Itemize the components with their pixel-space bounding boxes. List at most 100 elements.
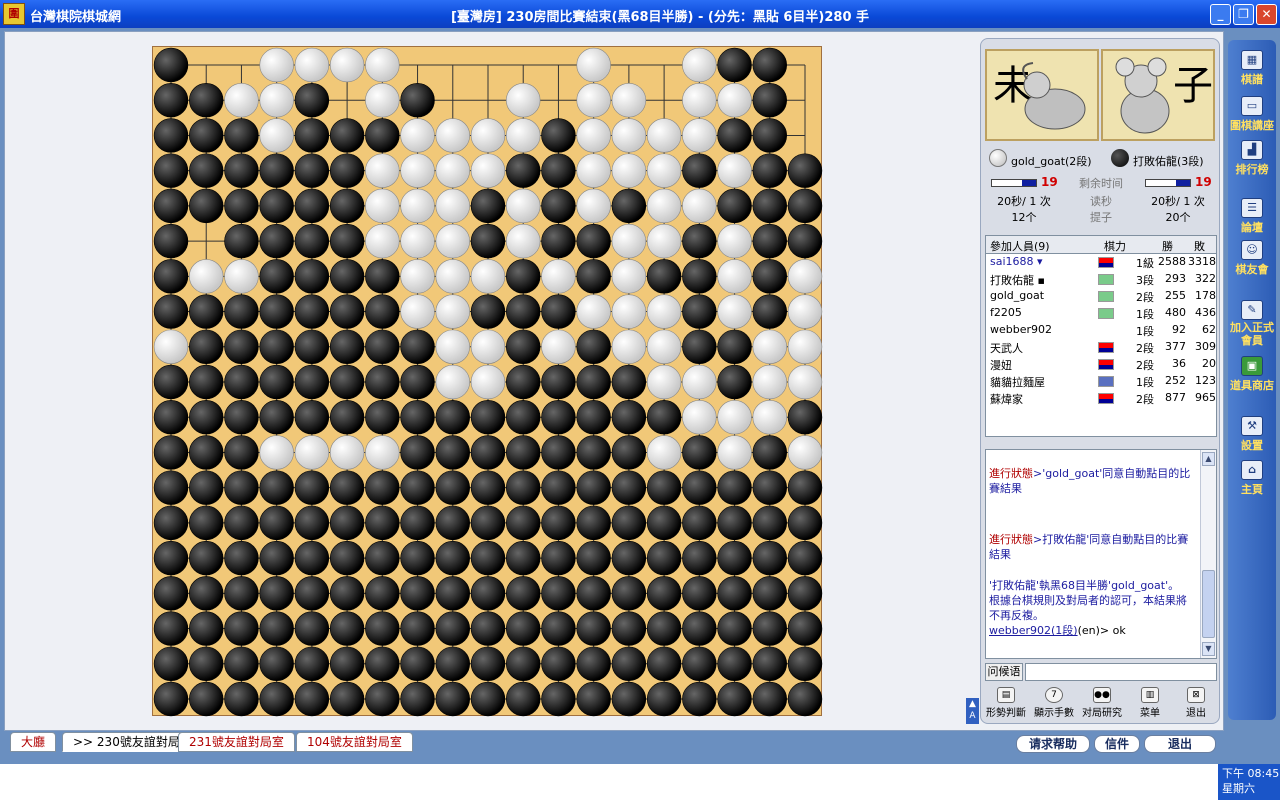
judge-button[interactable]: ▤ 形勢判斷 bbox=[983, 685, 1029, 721]
member-row[interactable]: 打敗佑龍 ▪ 3段 293 322 bbox=[986, 271, 1216, 288]
black-stone bbox=[294, 364, 330, 400]
black-stone bbox=[189, 611, 224, 646]
black-stone bbox=[470, 540, 506, 576]
stones-icon: ●● bbox=[1093, 687, 1111, 703]
black-stone bbox=[506, 435, 541, 470]
sidebar-item-forum[interactable]: ☰ 論壇 bbox=[1228, 198, 1276, 235]
white-stone bbox=[329, 435, 365, 470]
move-number-button[interactable]: 7 顯示手數 bbox=[1031, 685, 1077, 721]
member-name: f2205 bbox=[990, 306, 1022, 319]
black-stone bbox=[682, 259, 717, 294]
maximize-button[interactable]: ❐ bbox=[1233, 4, 1254, 25]
scroll-thumb[interactable] bbox=[1202, 570, 1215, 638]
losses-header[interactable]: 敗 bbox=[1194, 238, 1205, 254]
minimize-button[interactable]: _ bbox=[1210, 4, 1231, 25]
black-periods: 19 bbox=[1195, 175, 1212, 189]
member-list[interactable]: 參加人員(9) 棋力 勝 敗 sai1688 ▾ 1級 2588 3318 打敗佑龍 ▪… bbox=[985, 235, 1217, 437]
tab-room-231[interactable]: 231號友誼對局室 bbox=[178, 732, 295, 752]
sidebar-item-settings[interactable]: ⚒ 設置 bbox=[1228, 416, 1276, 453]
chat-scrollbar[interactable]: ▲ ▼ bbox=[1200, 450, 1216, 658]
white-stone bbox=[365, 223, 400, 259]
chat-input[interactable] bbox=[1025, 663, 1217, 681]
black-stone bbox=[682, 435, 717, 470]
black-player-name: 打敗佑龍(3段) bbox=[1133, 155, 1204, 168]
sidebar-item-club[interactable]: ☺ 棋友會 bbox=[1228, 240, 1276, 277]
mail-button[interactable]: 信件 bbox=[1094, 735, 1140, 753]
greeting-button[interactable]: 问候语 bbox=[985, 663, 1023, 681]
white-stone bbox=[752, 400, 787, 435]
right-panel: 未 子 gold_goat(2段) 打敗佑龍(3段) 19 剩余时间 19 20… bbox=[980, 38, 1220, 724]
sidebar-item-join[interactable]: ✎ 加入正式會員 bbox=[1228, 300, 1276, 347]
sidebar-item-shop[interactable]: ▣ 道具商店 bbox=[1228, 356, 1276, 393]
white-stone bbox=[435, 153, 470, 188]
member-row[interactable]: webber902 1段 92 62 bbox=[986, 322, 1216, 339]
help-button[interactable]: 请求帮助 bbox=[1016, 735, 1090, 753]
grid-icon: ▦ bbox=[1241, 50, 1263, 70]
flag-icon bbox=[1098, 274, 1114, 285]
black-stone bbox=[752, 681, 787, 717]
white-stone bbox=[400, 188, 435, 224]
black-stone bbox=[365, 505, 400, 541]
white-time-bar bbox=[991, 179, 1037, 187]
member-row[interactable]: f2205 1段 480 436 bbox=[986, 305, 1216, 322]
black-stone bbox=[153, 153, 189, 188]
black-stone bbox=[611, 364, 647, 400]
scroll-up-icon[interactable]: ▲ bbox=[1202, 452, 1215, 466]
member-name: gold_goat bbox=[990, 289, 1045, 302]
black-stone bbox=[506, 364, 541, 400]
member-row[interactable]: 蘇煒家 2段 877 965 bbox=[986, 390, 1216, 407]
black-stone bbox=[752, 435, 787, 470]
menu-button[interactable]: ▥ 菜单 bbox=[1127, 685, 1173, 721]
member-row[interactable]: 漫妞 2段 36 20 bbox=[986, 356, 1216, 373]
black-stone bbox=[365, 646, 400, 681]
black-stone bbox=[329, 364, 365, 400]
quit-button[interactable]: 退出 bbox=[1144, 735, 1216, 753]
sidebar-item-lecture[interactable]: ▭ 圍棋講座 bbox=[1228, 96, 1276, 133]
white-player-name: gold_goat(2段) bbox=[1011, 155, 1092, 168]
member-losses: 3318 bbox=[1188, 255, 1216, 268]
black-stone bbox=[294, 681, 330, 717]
white-stone bbox=[576, 153, 611, 188]
collapse-panel-button[interactable]: ▲ A bbox=[966, 698, 979, 724]
tab-lobby[interactable]: 大廳 bbox=[10, 732, 57, 752]
white-stone bbox=[435, 364, 470, 400]
black-stone bbox=[294, 540, 330, 576]
board-canvas[interactable] bbox=[153, 47, 823, 717]
sidebar-item-home[interactable]: ⌂ 主頁 bbox=[1228, 460, 1276, 497]
black-stone bbox=[259, 153, 294, 188]
black-stone bbox=[435, 646, 470, 681]
black-stone bbox=[541, 540, 576, 576]
chat-log[interactable]: 進行狀態>'gold_goat'同意自動點目的比賽結果 進行狀態>打敗佑龍'同意… bbox=[985, 449, 1217, 659]
member-row[interactable]: 天武人 2段 377 309 bbox=[986, 339, 1216, 356]
member-rank: 2段 bbox=[1136, 359, 1154, 372]
white-stone bbox=[506, 118, 541, 153]
chat-messages: 進行狀態>'gold_goat'同意自動點目的比賽結果 進行狀態>打敗佑龍'同意… bbox=[989, 466, 1197, 638]
sidebar-item-kifu[interactable]: ▦ 棋譜 bbox=[1228, 50, 1276, 87]
rank-header[interactable]: 棋力 bbox=[1104, 238, 1126, 254]
black-stone bbox=[576, 364, 611, 400]
member-row[interactable]: sai1688 ▾ 1級 2588 3318 bbox=[986, 254, 1216, 271]
black-stone bbox=[646, 646, 682, 681]
black-byoyomi: 20秒/ 1 次 bbox=[1151, 195, 1205, 208]
white-stone bbox=[646, 118, 682, 153]
byoyomi-label: 读秒 bbox=[1090, 195, 1112, 208]
tab-room-104[interactable]: 104號友誼對局室 bbox=[296, 732, 413, 752]
member-row[interactable]: 貓貓拉麵屋 1段 252 123 bbox=[986, 373, 1216, 390]
black-stone bbox=[259, 364, 294, 400]
black-stone bbox=[435, 435, 470, 470]
exit-icon: ⊠ bbox=[1187, 687, 1205, 703]
research-button[interactable]: ●● 对局研究 bbox=[1079, 685, 1125, 721]
close-button[interactable]: ✕ bbox=[1256, 4, 1277, 25]
sidebar-item-ranking[interactable]: ▟ 排行榜 bbox=[1228, 140, 1276, 177]
black-stone bbox=[506, 259, 541, 294]
judge-icon: ▤ bbox=[997, 687, 1015, 703]
go-board[interactable] bbox=[152, 46, 823, 717]
black-stone bbox=[611, 505, 647, 541]
black-stone bbox=[294, 259, 330, 294]
member-row[interactable]: gold_goat 2段 255 178 bbox=[986, 288, 1216, 305]
wins-header[interactable]: 勝 bbox=[1162, 238, 1173, 254]
scroll-down-icon[interactable]: ▼ bbox=[1202, 642, 1215, 656]
black-stone bbox=[541, 294, 576, 329]
exit-button[interactable]: ⊠ 退出 bbox=[1173, 685, 1219, 721]
black-stone bbox=[224, 118, 259, 153]
